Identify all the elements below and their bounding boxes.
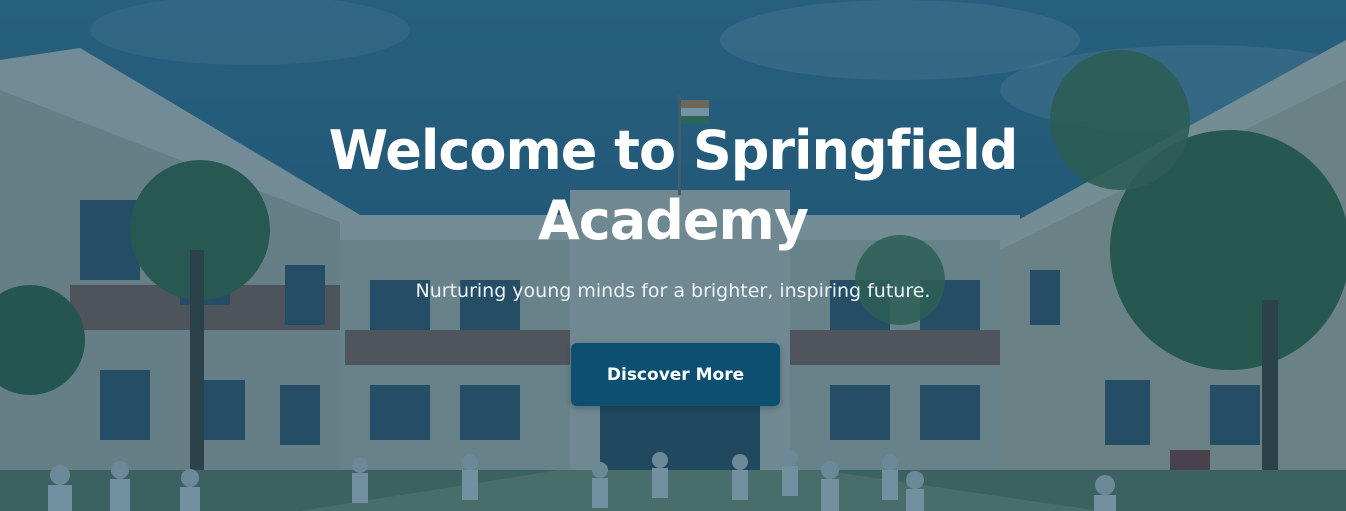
hero-content: Welcome to Springfield Academy Nurturing… (0, 0, 1346, 511)
hero-title: Welcome to Springfield Academy (0, 116, 1346, 256)
hero-title-line2: Academy (538, 189, 809, 252)
discover-more-button[interactable]: Discover More (571, 343, 780, 406)
hero-title-line1: Welcome to Springfield (328, 119, 1019, 182)
hero-subtitle: Nurturing young minds for a brighter, in… (415, 280, 931, 302)
hero-section: Welcome to Springfield Academy Nurturing… (0, 0, 1346, 511)
